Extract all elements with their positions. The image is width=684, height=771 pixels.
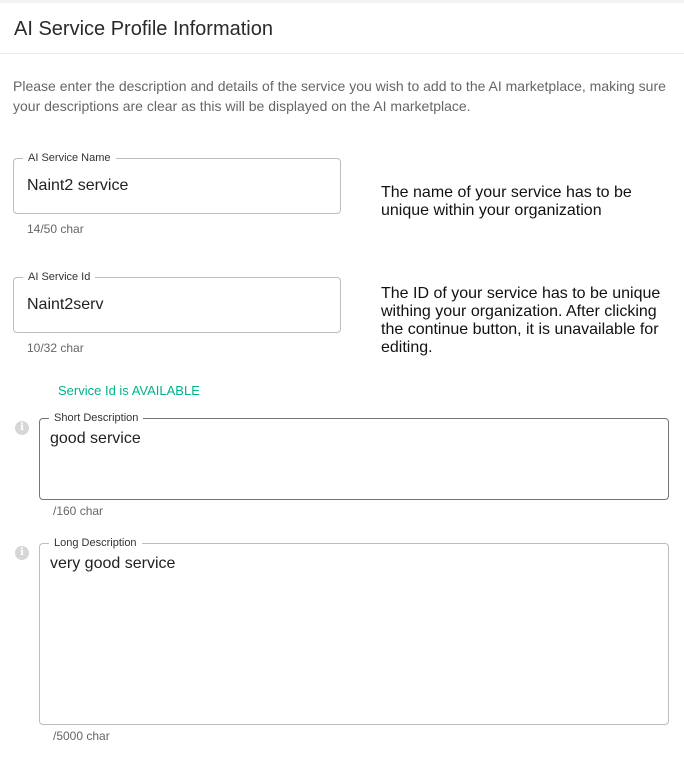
long-description-input[interactable]: very good service — [50, 555, 175, 573]
service-name-input[interactable]: Naint2 service — [27, 177, 128, 195]
service-profile-card: AI Service Profile Information Please en… — [0, 0, 684, 771]
service-id-label: AI Service Id — [23, 271, 96, 284]
service-name-char-count: 14/50 char — [27, 222, 84, 236]
service-name-label: AI Service Name — [23, 152, 116, 165]
service-name-field[interactable]: AI Service Name Naint2 service — [13, 152, 341, 214]
service-name-helper: The name of your service has to be uniqu… — [381, 184, 632, 219]
short-description-label: Short Description — [49, 412, 144, 425]
service-id-char-count: 10/32 char — [27, 341, 84, 355]
card-header: AI Service Profile Information — [0, 3, 684, 54]
short-description-char-count: /160 char — [53, 504, 104, 518]
long-description-info-icon[interactable]: i — [15, 546, 29, 560]
page-title: AI Service Profile Information — [14, 18, 273, 40]
long-description-field[interactable]: Long Description very good service — [39, 537, 669, 725]
long-description-label: Long Description — [49, 537, 142, 550]
service-id-status: Service Id is AVAILABLE — [58, 383, 200, 398]
service-id-helper: The ID of your service has to be unique … — [381, 285, 661, 356]
service-id-field[interactable]: AI Service Id Naint2serv — [13, 271, 341, 333]
service-id-input[interactable]: Naint2serv — [27, 296, 103, 314]
short-description-info-icon[interactable]: i — [15, 421, 29, 435]
short-description-input[interactable]: good service — [50, 430, 141, 448]
intro-text: Please enter the description and details… — [13, 78, 666, 114]
long-description-char-count: /5000 char — [53, 729, 110, 743]
short-description-field[interactable]: Short Description good service — [39, 412, 669, 500]
